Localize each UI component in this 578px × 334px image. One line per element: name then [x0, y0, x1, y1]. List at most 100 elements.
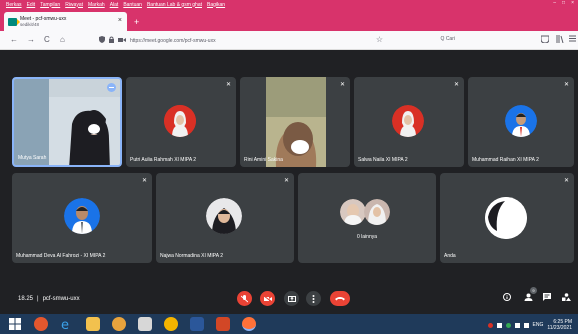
minimize-button[interactable]: – [553, 0, 556, 6]
tray-icon[interactable] [487, 322, 493, 328]
menu-alat[interactable]: Alat [110, 2, 119, 8]
more-vert-icon [312, 294, 315, 303]
avatar [164, 105, 196, 137]
separator: | [37, 296, 39, 302]
bookmark-star-icon[interactable]: ☆ [376, 35, 383, 44]
meet-stage: Mutya Sarah ✕ Putri Aulia Rahmah XI MIPA… [0, 51, 578, 314]
camera-off-icon [263, 295, 272, 302]
lock-icon [109, 36, 114, 45]
participant-name: Salwa Naila XI MIPA 2 [358, 157, 408, 163]
participant-tile[interactable]: ✕ Muhammad Raihan XI MIPA 2 [468, 77, 574, 167]
activities-button[interactable] [562, 293, 571, 303]
file-explorer-icon[interactable] [86, 317, 100, 331]
present-button[interactable] [284, 291, 299, 306]
window-controls: – □ × [547, 0, 574, 6]
menu-edit[interactable]: Edit [27, 2, 36, 8]
participant-tile[interactable]: ✕ Putri Aulia Rahmah XI MIPA 2 [126, 77, 236, 167]
chat-icon [543, 293, 551, 301]
meet-icon [8, 17, 20, 26]
speaking-indicator-icon [107, 83, 116, 92]
participant-name: Muhammad Deva Al Fahrozi - XI MIPA 2 [16, 253, 106, 259]
close-tab-icon[interactable]: × [118, 17, 122, 24]
volume-icon[interactable] [523, 322, 529, 328]
app-icon[interactable] [138, 317, 152, 331]
participant-tile[interactable]: Mutya Sarah [12, 77, 122, 167]
menu-riwayat[interactable]: Riwayat [65, 2, 83, 8]
participant-tile[interactable]: ✕ Salwa Naila XI MIPA 2 [354, 77, 464, 167]
people-button[interactable] [524, 293, 533, 303]
mic-off-icon: ✕ [563, 178, 569, 184]
chrome-icon[interactable] [164, 317, 178, 331]
navigation-bar: ← → C ⌂ https://meet.google.com/pcf-smwu… [0, 31, 578, 50]
self-tile[interactable]: ✕ Anda [440, 173, 574, 263]
participant-name: Mutya Sarah [18, 155, 47, 161]
participant-tile[interactable]: ✕ Najwa Normadina XI MIPA 2 [156, 173, 294, 263]
powerpoint-icon[interactable] [216, 317, 230, 331]
meeting-info-button[interactable] [503, 293, 511, 303]
back-icon[interactable]: ← [10, 35, 18, 44]
info-icon [503, 293, 511, 301]
participant-tile[interactable]: ✕ Muhammad Deva Al Fahrozi - XI MIPA 2 [12, 173, 152, 263]
menu-extra[interactable]: Bantuan Lab & gsm ghat [147, 2, 202, 8]
people-icon [524, 293, 533, 301]
menu-berkas[interactable]: Berkas [6, 2, 22, 8]
video-feed-mutya [14, 79, 120, 165]
tray-icon[interactable] [505, 322, 511, 328]
internet-explorer-icon[interactable]: e [60, 317, 74, 333]
more-options-button[interactable] [306, 291, 321, 306]
word-icon[interactable] [190, 317, 204, 331]
clock[interactable]: 6:25 PM 11/23/2021 [547, 319, 572, 331]
participant-tile[interactable]: ✕ Rini Amini Sakina [240, 77, 350, 167]
network-icon[interactable] [514, 322, 520, 328]
screen: Berkas Edit Tampilan Riwayat Markah Alat… [0, 0, 578, 334]
tab-strip: Meet - pcf-smwu-uxx sedikit/48 × + [0, 9, 578, 31]
video-feed-rini [266, 77, 326, 167]
tab-meet[interactable]: Meet - pcf-smwu-uxx sedikit/48 × [4, 12, 127, 31]
avatar [364, 199, 390, 225]
svg-text:e: e [61, 318, 69, 331]
activities-shapes-icon [562, 293, 571, 301]
library-icon[interactable] [556, 35, 564, 45]
reload-icon[interactable]: C [44, 35, 50, 44]
opera-icon[interactable] [34, 317, 48, 331]
windows-start-icon[interactable] [8, 317, 22, 331]
mic-off-icon: ✕ [453, 82, 459, 88]
mic-off-icon: ✕ [283, 178, 289, 184]
avatar [206, 198, 242, 234]
others-tile[interactable]: 0 lainnya [298, 173, 436, 263]
participant-name: Najwa Normadina XI MIPA 2 [160, 253, 223, 259]
language-indicator[interactable]: ENG [533, 322, 544, 328]
participant-name: Anda [444, 253, 456, 259]
menu-bagikan[interactable]: Bagikan [207, 2, 225, 8]
maximize-button[interactable]: □ [562, 0, 565, 6]
avatar [505, 105, 537, 137]
tray-icon[interactable] [496, 322, 502, 328]
menu-tampilan[interactable]: Tampilan [40, 2, 60, 8]
end-call-icon [335, 297, 345, 301]
menu-markah[interactable]: Markah [88, 2, 105, 8]
leave-call-button[interactable] [330, 291, 350, 306]
pocket-icon[interactable] [540, 35, 550, 45]
browser-menubar: Berkas Edit Tampilan Riwayat Markah Alat… [0, 0, 578, 9]
avatar [64, 198, 100, 234]
participant-name: Rini Amini Sakina [244, 157, 283, 163]
mic-off-icon [241, 294, 248, 302]
firefox-icon[interactable] [242, 317, 256, 331]
mic-toggle-button[interactable] [237, 291, 252, 306]
address-bar[interactable]: https://meet.google.com/pcf-smwu-uxx ☆ Q… [95, 34, 475, 47]
menu-hamburger-icon[interactable] [569, 35, 576, 44]
forward-icon[interactable]: → [27, 35, 35, 44]
chat-button[interactable] [543, 293, 551, 303]
camera-toggle-button[interactable] [260, 291, 275, 306]
close-window-button[interactable]: × [571, 0, 574, 6]
camera-permission-icon[interactable] [118, 37, 126, 45]
clock-date: 11/23/2021 [547, 325, 572, 331]
new-tab-button[interactable]: + [134, 17, 139, 27]
mic-off-icon: ✕ [339, 82, 345, 88]
app-icon[interactable] [112, 317, 126, 331]
tab-subtitle: sedikit/48 [20, 21, 40, 27]
system-tray: ENG 6:25 PM 11/23/2021 [487, 319, 572, 331]
home-icon[interactable]: ⌂ [60, 35, 65, 44]
search-field[interactable]: Q Cari [441, 36, 455, 42]
menu-bantuan[interactable]: Bantuan [123, 2, 142, 8]
